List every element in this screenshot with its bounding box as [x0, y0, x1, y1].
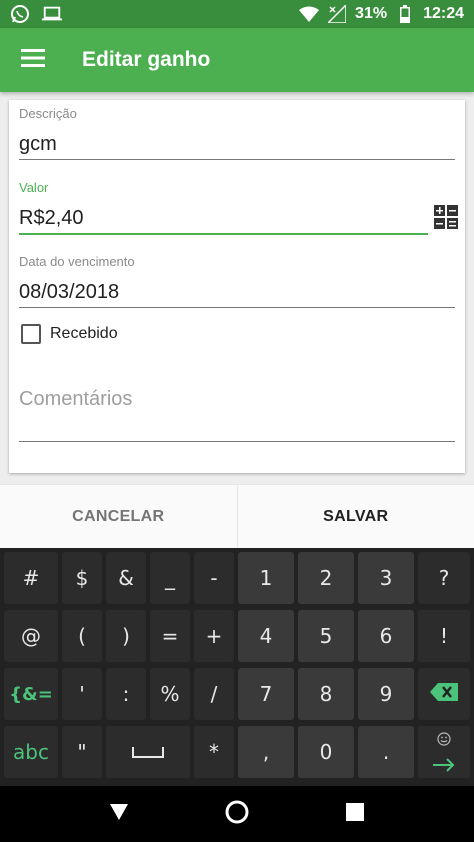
key-6[interactable]: 6 [358, 610, 414, 662]
key-backspace[interactable] [418, 668, 470, 720]
save-button[interactable]: SALVAR [238, 485, 474, 548]
whatsapp-icon [10, 5, 30, 23]
amount-underline [19, 233, 428, 235]
back-icon [109, 802, 129, 827]
key-plus[interactable]: + [194, 610, 234, 662]
key-at[interactable]: @ [4, 610, 58, 662]
key-quote[interactable]: " [62, 726, 102, 778]
home-icon [224, 799, 250, 830]
received-checkbox[interactable] [21, 324, 41, 344]
enter-icon [433, 753, 455, 777]
key-percent[interactable]: % [150, 668, 190, 720]
app-bar: Editar ganho [0, 28, 474, 92]
recents-button[interactable] [335, 794, 375, 834]
key-5[interactable]: 5 [298, 610, 354, 662]
key-4[interactable]: 4 [238, 610, 294, 662]
menu-button[interactable] [0, 28, 66, 92]
dialog-actions: CANCELAR SALVAR [0, 484, 474, 548]
space-icon [132, 740, 164, 764]
key-8[interactable]: 8 [298, 668, 354, 720]
key-enter[interactable] [418, 726, 470, 778]
key-asterisk[interactable]: * [194, 726, 234, 778]
key-hash[interactable]: # [4, 552, 58, 604]
status-bar: 31% 12:24 [0, 0, 474, 28]
calculator-button[interactable] [434, 205, 458, 229]
comments-underline [19, 441, 455, 442]
key-question[interactable]: ? [418, 552, 470, 604]
cancel-button[interactable]: CANCELAR [0, 485, 238, 548]
home-button[interactable] [217, 794, 257, 834]
due-date-label: Data do vencimento [19, 254, 135, 269]
key-apostrophe[interactable]: ' [62, 668, 102, 720]
key-7[interactable]: 7 [238, 668, 294, 720]
clock: 12:24 [423, 5, 464, 22]
keyboard-row-1: # $ & _ - 1 2 3 ? [4, 552, 470, 606]
key-colon[interactable]: : [106, 668, 146, 720]
laptop-icon [42, 5, 62, 23]
key-close-paren[interactable]: ) [106, 610, 146, 662]
key-space[interactable] [106, 726, 190, 778]
keyboard-row-2: @ ( ) = + 4 5 6 ! [4, 610, 470, 664]
key-exclamation[interactable]: ! [418, 610, 470, 662]
signal-icon [327, 5, 347, 23]
key-0[interactable]: 0 [298, 726, 354, 778]
amount-input[interactable]: R$2,40 [19, 207, 84, 230]
wifi-icon [299, 5, 320, 23]
due-date-underline [19, 307, 455, 308]
key-2[interactable]: 2 [298, 552, 354, 604]
form-card: Descrição gcm Valor R$2,40 Data do venci… [9, 100, 465, 473]
key-comma[interactable]: , [238, 726, 294, 778]
backspace-icon [430, 682, 458, 706]
recents-icon [346, 802, 364, 826]
key-underscore[interactable]: _ [150, 552, 190, 604]
key-abc[interactable]: abc [4, 726, 58, 778]
key-slash[interactable]: / [194, 668, 234, 720]
description-underline [19, 159, 455, 160]
key-open-paren[interactable]: ( [62, 610, 102, 662]
emoji-icon [437, 727, 451, 751]
key-minus[interactable]: - [194, 552, 234, 604]
battery-icon [395, 5, 415, 23]
received-checkbox-row[interactable]: Recebido [21, 324, 118, 344]
due-date-input[interactable]: 08/03/2018 [19, 281, 119, 304]
key-3[interactable]: 3 [358, 552, 414, 604]
hamburger-menu-icon [21, 48, 45, 72]
amount-label: Valor [19, 180, 49, 195]
battery-percent: 31% [355, 5, 388, 22]
key-ampersand[interactable]: & [106, 552, 146, 604]
calculator-icon [434, 205, 458, 233]
key-1[interactable]: 1 [238, 552, 294, 604]
key-more-symbols[interactable]: {&= [4, 668, 58, 720]
key-period[interactable]: . [358, 726, 414, 778]
description-input[interactable]: gcm [19, 133, 57, 156]
system-nav-bar [0, 786, 474, 842]
comments-input[interactable]: Comentários [19, 388, 132, 411]
key-9[interactable]: 9 [358, 668, 414, 720]
page-title: Editar ganho [82, 48, 211, 71]
key-equals[interactable]: = [150, 610, 190, 662]
description-label: Descrição [19, 106, 77, 121]
received-label: Recebido [50, 325, 118, 342]
keyboard-row-3: {&= ' : % / 7 8 9 [4, 668, 470, 722]
keyboard-row-4: abc " * , 0 . [4, 726, 470, 780]
on-screen-keyboard: # $ & _ - 1 2 3 ? @ ( ) = + 4 5 6 ! {&= … [0, 548, 474, 786]
key-dollar[interactable]: $ [62, 552, 102, 604]
back-button[interactable] [99, 794, 139, 834]
